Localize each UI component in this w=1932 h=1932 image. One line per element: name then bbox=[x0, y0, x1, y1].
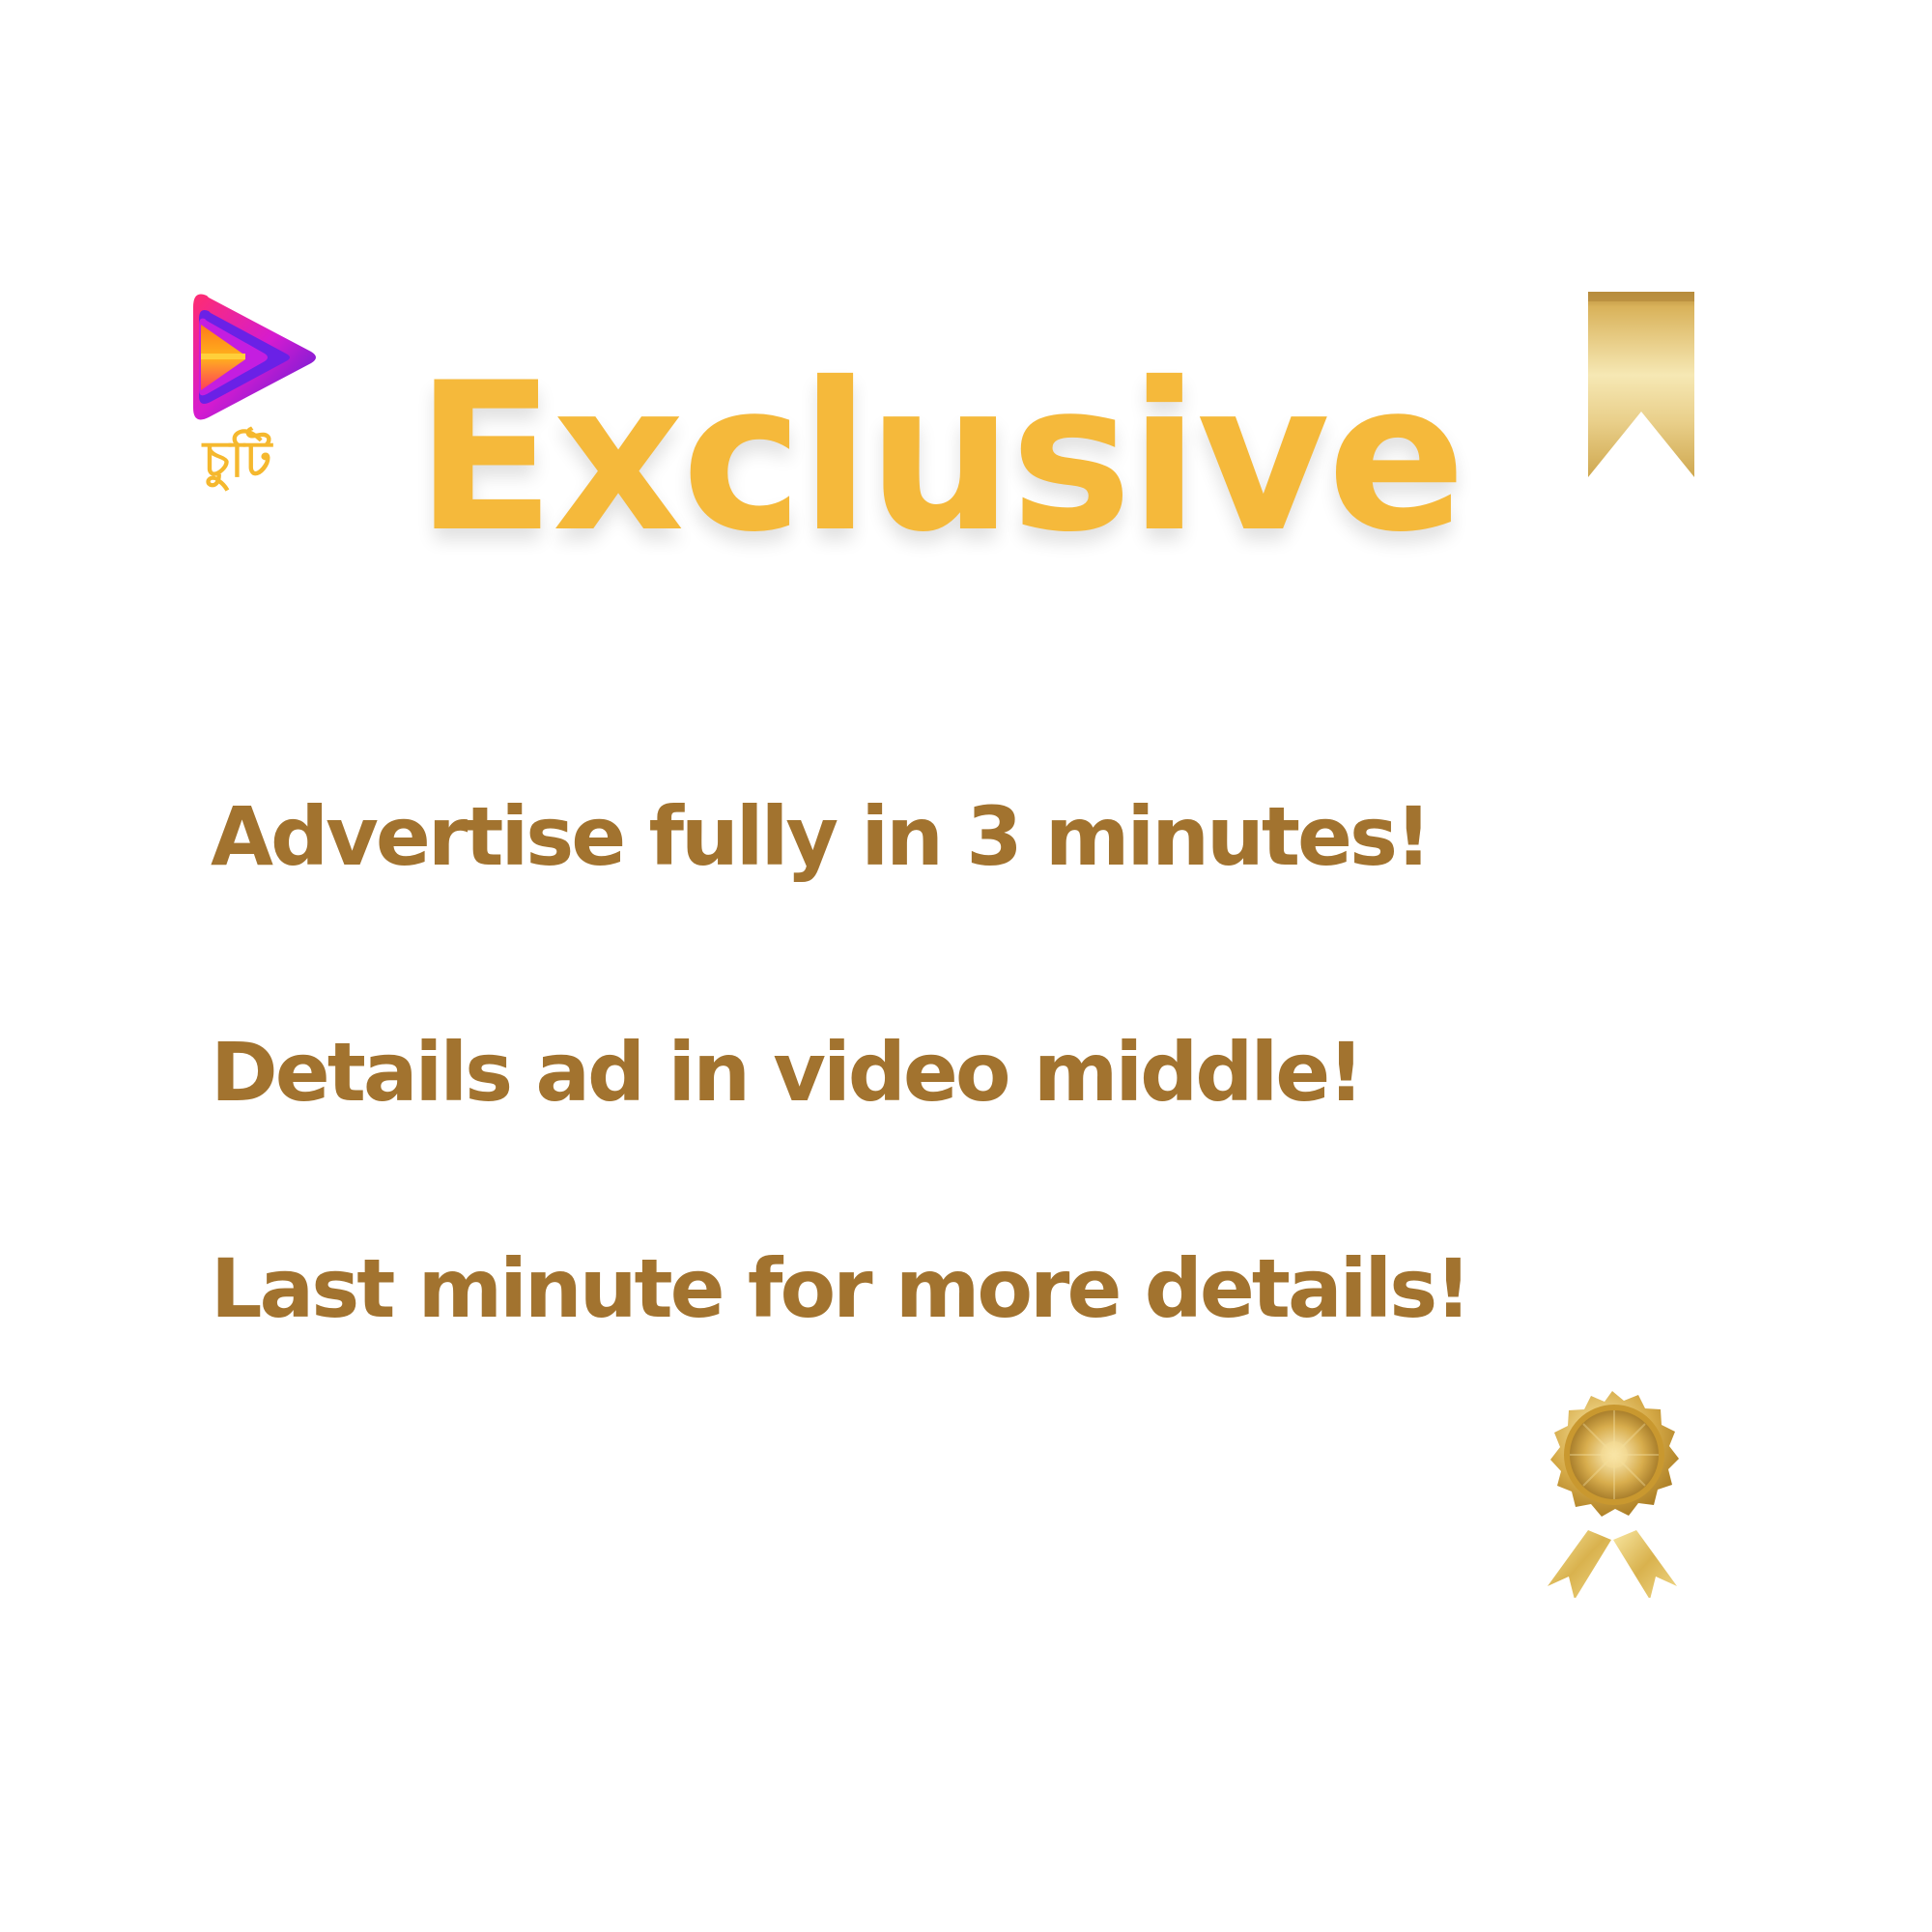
exclusive-ad-graphic: চুটি Exclusive Advertise fully in 3 minu… bbox=[0, 0, 1932, 1932]
play-icon bbox=[193, 294, 316, 420]
headline-title: Exclusive bbox=[415, 338, 1466, 577]
gold-medal-icon bbox=[1548, 1391, 1679, 1598]
feature-line: Last minute for more details! bbox=[211, 1241, 1472, 1336]
feature-line: Details ad in video middle! bbox=[211, 1025, 1365, 1120]
brand-logo: চুটি bbox=[193, 290, 328, 502]
feature-line: Advertise fully in 3 minutes! bbox=[211, 789, 1432, 884]
brand-name: চুটি bbox=[203, 431, 272, 489]
bookmark-ribbon-icon bbox=[1588, 292, 1694, 477]
